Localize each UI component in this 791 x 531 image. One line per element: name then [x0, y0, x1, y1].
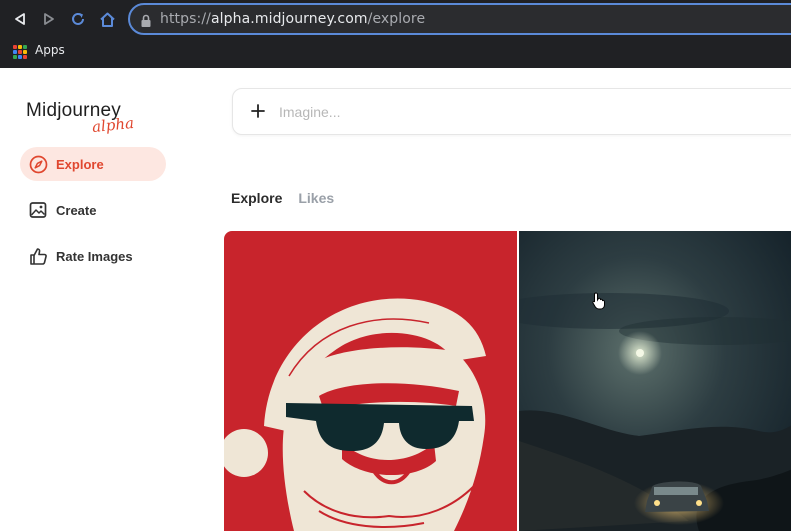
tab-explore[interactable]: Explore — [231, 190, 282, 206]
browser-chrome: https://alpha.midjourney.com/explore App… — [0, 0, 791, 68]
tab-likes[interactable]: Likes — [298, 190, 334, 206]
back-icon[interactable] — [9, 8, 31, 30]
sidebar-item-rate-images[interactable]: Rate Images — [20, 239, 166, 273]
imagine-input[interactable] — [279, 101, 679, 123]
lock-icon — [140, 13, 152, 32]
address-bar[interactable]: https://alpha.midjourney.com/explore — [128, 3, 791, 35]
forward-icon[interactable] — [38, 8, 60, 30]
bookmarks-bar — [0, 38, 791, 68]
plus-icon[interactable] — [249, 102, 267, 124]
sidebar-item-create[interactable]: Create — [20, 193, 166, 227]
explore-image-night-car[interactable] — [519, 231, 791, 531]
sidebar-item-label: Explore — [56, 156, 104, 172]
explore-tabs: Explore Likes — [231, 190, 334, 206]
compass-icon — [28, 154, 48, 174]
reload-icon[interactable] — [67, 8, 89, 30]
mouse-cursor-icon — [592, 292, 606, 314]
browser-toolbar: https://alpha.midjourney.com/explore — [0, 0, 791, 38]
thumbs-up-icon — [28, 246, 48, 266]
apps-grid-icon[interactable] — [13, 45, 27, 59]
url-text: https://alpha.midjourney.com/explore — [160, 11, 426, 27]
imagine-bar[interactable] — [232, 88, 791, 135]
explore-image-santa[interactable] — [224, 231, 517, 531]
sidebar-item-label: Rate Images — [56, 248, 133, 264]
sidebar-item-explore[interactable]: Explore — [20, 147, 166, 181]
logo-alpha-badge: alpha — [91, 113, 135, 137]
midjourney-logo[interactable]: Midjourney alpha — [26, 100, 135, 136]
sidebar-item-label: Create — [56, 202, 97, 218]
midjourney-page: Midjourney alpha Explore Create Rate Ima… — [0, 68, 791, 531]
home-icon[interactable] — [96, 8, 118, 30]
image-icon — [28, 200, 48, 220]
bookmark-apps[interactable]: Apps — [35, 43, 65, 57]
